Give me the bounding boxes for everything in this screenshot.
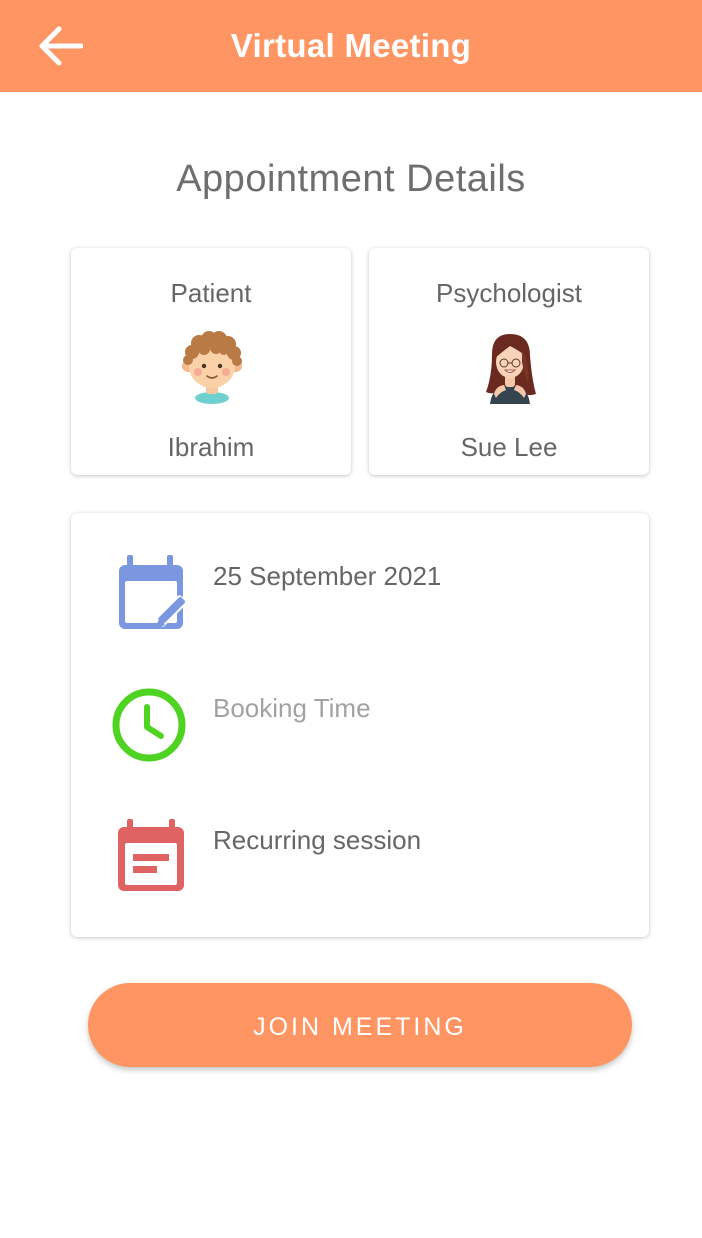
date-row: 25 September 2021 xyxy=(71,555,649,645)
booking-time-text: Booking Time xyxy=(213,693,371,723)
psychologist-card: Psychologist Sue Lee xyxy=(369,248,649,475)
boy-avatar xyxy=(182,331,242,404)
recurring-session-text: Recurring session xyxy=(213,825,422,855)
app-bar-title: Virtual Meeting xyxy=(230,27,472,64)
clock-icon xyxy=(112,688,186,762)
calendar-event-icon xyxy=(118,819,184,891)
join-meeting-button[interactable]: JOIN MEETING xyxy=(88,983,632,1067)
psychologist-role-label: Psychologist xyxy=(436,278,582,308)
recurrence-row: Recurring session xyxy=(71,819,649,909)
patient-role-label: Patient xyxy=(170,278,252,308)
psychologist-name: Sue Lee xyxy=(460,432,558,462)
app-bar: Virtual Meeting xyxy=(0,0,702,92)
page-title: Appointment Details xyxy=(176,158,526,200)
patient-card: Patient Ibrahim xyxy=(71,248,351,475)
patient-name: Ibrahim xyxy=(167,432,255,462)
appointment-details-card: 25 September 2021 Booking Time Recurring… xyxy=(71,513,649,937)
woman-avatar xyxy=(486,334,536,404)
calendar-edit-icon xyxy=(119,555,187,629)
time-row: Booking Time xyxy=(71,687,649,777)
appointment-date: 25 September 2021 xyxy=(213,561,442,591)
